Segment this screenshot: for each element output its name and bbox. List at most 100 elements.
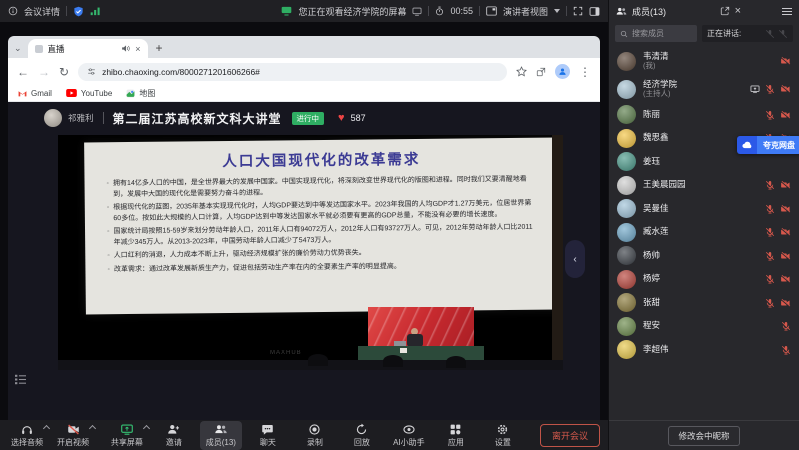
member-row[interactable]: 韦清清(我): [609, 47, 799, 75]
member-row[interactable]: 李超伟: [609, 338, 799, 362]
members-panel: 成员(13) × 搜索成员 正在讲话: 韦清清(我)经济学院(主持人)陈丽魏思鑫…: [608, 0, 799, 450]
toolbar-item-replay[interactable]: 回放: [341, 421, 383, 450]
side-panel-toggle-icon[interactable]: [589, 6, 600, 17]
member-row[interactable]: 吴曼佳: [609, 197, 799, 221]
new-tab-button[interactable]: +: [156, 41, 163, 55]
collapse-panel-handle[interactable]: ‹: [565, 240, 585, 278]
divider: [479, 6, 480, 16]
search-members-input[interactable]: 搜索成员: [615, 25, 697, 42]
playlist-icon[interactable]: [14, 374, 27, 385]
toolbar-item-chat[interactable]: 聊天: [247, 421, 289, 450]
cam-off-icon[interactable]: [780, 227, 791, 237]
bookmark-youtube[interactable]: YouTube: [66, 89, 112, 98]
security-shield-icon[interactable]: [73, 6, 84, 17]
toolbar-item-members[interactable]: 成员(13): [200, 421, 242, 450]
cam-off-icon[interactable]: [780, 274, 791, 284]
toolbar-item-record[interactable]: 录制: [294, 421, 336, 450]
fullscreen-icon[interactable]: [573, 6, 583, 16]
share-icon[interactable]: [750, 84, 760, 94]
tab-audio-icon[interactable]: [121, 44, 130, 53]
member-row[interactable]: 杨婷: [609, 268, 799, 292]
browser-tab[interactable]: 直播 ×: [28, 39, 148, 58]
toolbar-item-screen-share[interactable]: 共享屏幕: [106, 421, 148, 450]
quark-drive-popup[interactable]: 夸克网盘: [737, 136, 799, 154]
rename-button[interactable]: 修改会中昵称: [668, 426, 739, 446]
gmail-icon: [18, 89, 27, 98]
mic-off-icon[interactable]: [765, 110, 775, 120]
search-icon: [620, 30, 628, 38]
cam-off-icon[interactable]: [780, 84, 791, 94]
toolbar-item-invite[interactable]: 邀请: [153, 421, 195, 450]
leave-meeting-button[interactable]: 离开会议: [540, 424, 600, 447]
member-row[interactable]: 经济学院(主持人): [609, 75, 799, 103]
info-icon[interactable]: [8, 6, 18, 16]
audience-head: [383, 355, 403, 367]
member-row[interactable]: 臧水莲: [609, 221, 799, 245]
cam-off-icon[interactable]: [780, 110, 791, 120]
headset-icon: [20, 423, 34, 436]
bookmark-star-icon[interactable]: [516, 66, 527, 77]
browser-menu-icon[interactable]: ⋮: [579, 66, 591, 78]
cam-off-icon[interactable]: [780, 204, 791, 214]
address-bar[interactable]: zhibo.chaoxing.com/8000271201606266#: [78, 63, 507, 81]
back-icon[interactable]: ←: [17, 66, 29, 78]
view-mode-label[interactable]: 演讲者视图: [503, 5, 548, 18]
switch-screen-icon[interactable]: [412, 7, 422, 16]
member-avatar: [617, 293, 636, 312]
member-row[interactable]: 张甜: [609, 291, 799, 315]
url-text: zhibo.chaoxing.com/8000271201606266#: [102, 67, 260, 77]
cloud-icon: [737, 136, 757, 154]
member-name: 杨帅: [643, 251, 765, 261]
chevron-up-icon[interactable]: [143, 424, 150, 431]
mic-off-icon[interactable]: [765, 251, 775, 261]
chevron-up-icon[interactable]: [43, 424, 50, 431]
network-signal-icon[interactable]: [90, 6, 101, 16]
chevron-down-icon[interactable]: [554, 9, 560, 13]
toolbar-item-settings[interactable]: 设置: [482, 421, 524, 450]
member-row[interactable]: 杨帅: [609, 244, 799, 268]
chevron-up-icon[interactable]: [89, 424, 96, 431]
share-tab-icon[interactable]: [536, 67, 546, 77]
tune-icon[interactable]: [87, 67, 96, 76]
live-status-badge: 进行中: [292, 112, 325, 125]
mic-off-icon[interactable]: [765, 298, 775, 308]
toolbar-item-apps[interactable]: 应用: [435, 421, 477, 450]
mic-off-icon[interactable]: [765, 227, 775, 237]
tab-close-icon[interactable]: ×: [135, 44, 140, 54]
mic-off-icon[interactable]: [765, 204, 775, 214]
member-avatar: [617, 340, 636, 359]
browser-tab-strip: ⌄ 直播 × +: [8, 36, 600, 58]
toolbar-item-camera-off[interactable]: 开启视频: [52, 421, 94, 450]
member-avatar: [617, 129, 636, 148]
toolbar-item-ai[interactable]: AI小助手: [388, 421, 430, 450]
cam-off-icon[interactable]: [780, 56, 791, 66]
mic-off-icon[interactable]: [765, 84, 775, 94]
bookmark-gmail[interactable]: Gmail: [18, 89, 52, 98]
member-avatar: [617, 199, 636, 218]
hamburger-menu-icon[interactable]: [782, 8, 792, 15]
bookmark-map[interactable]: 地图: [126, 88, 155, 99]
toolbar-item-headset[interactable]: 选择音频: [6, 421, 48, 450]
mic-off-icon[interactable]: [765, 274, 775, 284]
heart-icon[interactable]: ♥: [338, 112, 345, 124]
toolbar-item-label: 开启视频: [57, 437, 89, 448]
cam-off-icon[interactable]: [780, 180, 791, 190]
profile-avatar[interactable]: [555, 64, 570, 79]
cam-off-icon[interactable]: [780, 298, 791, 308]
mic-off-icon[interactable]: [781, 321, 791, 331]
member-avatar: [617, 152, 636, 171]
tab-search-chevron-icon[interactable]: ⌄: [14, 43, 22, 54]
speaking-now-box: 正在讲话:: [702, 25, 793, 42]
cam-off-icon[interactable]: [780, 251, 791, 261]
reload-icon[interactable]: ↻: [59, 66, 69, 78]
video-player[interactable]: 人口大国现代化的改革需求 ◦拥有14亿多人口的中国，是全世界最大的发展中国家。中…: [58, 135, 563, 370]
member-row[interactable]: 陈丽: [609, 103, 799, 127]
mic-off-icon[interactable]: [781, 345, 791, 355]
meeting-details-label[interactable]: 会议详情: [24, 5, 60, 18]
close-panel-icon[interactable]: ×: [735, 6, 741, 17]
member-row[interactable]: 程安: [609, 315, 799, 339]
forward-icon[interactable]: →: [38, 66, 50, 78]
mic-off-icon[interactable]: [765, 180, 775, 190]
popout-panel-icon[interactable]: [720, 6, 730, 16]
member-row[interactable]: 王美晨园园: [609, 174, 799, 198]
